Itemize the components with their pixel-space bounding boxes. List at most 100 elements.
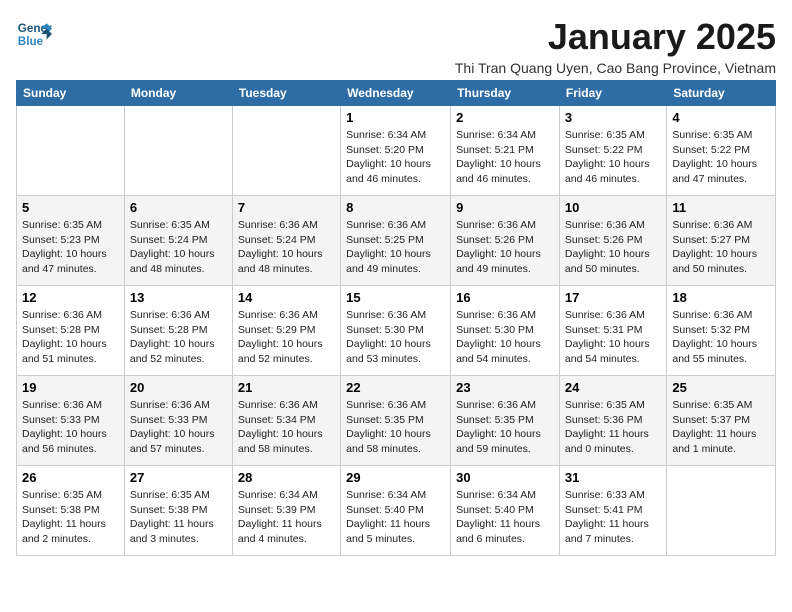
day-number: 18 xyxy=(672,290,770,305)
calendar-cell: 1Sunrise: 6:34 AM Sunset: 5:20 PM Daylig… xyxy=(341,106,451,196)
weekday-sunday: Sunday xyxy=(17,81,125,106)
day-number: 1 xyxy=(346,110,445,125)
calendar-cell: 13 Sunrise: 6:36 AM Sunset: 5:28 PM Dayli… xyxy=(124,286,232,376)
day-info: Sunrise: 6:36 AM Sunset: 5:28 PM Dayligh… xyxy=(22,308,119,367)
calendar-cell: 29 Sunrise: 6:34 AM Sunset: 5:40 PM Dayli… xyxy=(341,466,451,556)
calendar-cell: 20 Sunrise: 6:36 AM Sunset: 5:33 PM Dayli… xyxy=(124,376,232,466)
day-number: 23 xyxy=(456,380,554,395)
day-number: 29 xyxy=(346,470,445,485)
day-info: Sunrise: 6:35 AM Sunset: 5:24 PM Dayligh… xyxy=(130,218,227,277)
day-number: 19 xyxy=(22,380,119,395)
calendar-cell: 18 Sunrise: 6:36 AM Sunset: 5:32 PM Dayli… xyxy=(667,286,776,376)
calendar-cell xyxy=(124,106,232,196)
calendar-cell: 14 Sunrise: 6:36 AM Sunset: 5:29 PM Dayli… xyxy=(232,286,340,376)
day-info: Sunrise: 6:36 AM Sunset: 5:33 PM Dayligh… xyxy=(22,398,119,457)
day-info: Sunrise: 6:33 AM Sunset: 5:41 PM Dayligh… xyxy=(565,488,661,547)
weekday-header-row: SundayMondayTuesdayWednesdayThursdayFrid… xyxy=(17,81,776,106)
day-info: Sunrise: 6:34 AM Sunset: 5:39 PM Dayligh… xyxy=(238,488,335,547)
calendar-cell: 2Sunrise: 6:34 AM Sunset: 5:21 PM Daylig… xyxy=(451,106,560,196)
day-info: Sunrise: 6:36 AM Sunset: 5:28 PM Dayligh… xyxy=(130,308,227,367)
calendar-cell: 6 Sunrise: 6:35 AM Sunset: 5:24 PM Daylig… xyxy=(124,196,232,286)
day-info: Sunrise: 6:34 AM Sunset: 5:40 PM Dayligh… xyxy=(456,488,554,547)
day-number: 20 xyxy=(130,380,227,395)
calendar-cell: 19 Sunrise: 6:36 AM Sunset: 5:33 PM Dayli… xyxy=(17,376,125,466)
logo-icon: General Blue xyxy=(16,16,52,52)
day-info: Sunrise: 6:34 AM Sunset: 5:21 PM Dayligh… xyxy=(456,128,554,187)
title-block: January 2025 Thi Tran Quang Uyen, Cao Ba… xyxy=(455,16,776,76)
day-info: Sunrise: 6:36 AM Sunset: 5:29 PM Dayligh… xyxy=(238,308,335,367)
logo: General Blue xyxy=(16,16,52,52)
day-info: Sunrise: 6:35 AM Sunset: 5:38 PM Dayligh… xyxy=(130,488,227,547)
calendar-title: January 2025 xyxy=(455,16,776,58)
week-row-1: 1Sunrise: 6:34 AM Sunset: 5:20 PM Daylig… xyxy=(17,106,776,196)
weekday-saturday: Saturday xyxy=(667,81,776,106)
day-info: Sunrise: 6:35 AM Sunset: 5:37 PM Dayligh… xyxy=(672,398,770,457)
calendar-body: 1Sunrise: 6:34 AM Sunset: 5:20 PM Daylig… xyxy=(17,106,776,556)
day-number: 30 xyxy=(456,470,554,485)
day-number: 9 xyxy=(456,200,554,215)
day-number: 15 xyxy=(346,290,445,305)
calendar-cell: 15Sunrise: 6:36 AM Sunset: 5:30 PM Dayli… xyxy=(341,286,451,376)
day-number: 5 xyxy=(22,200,119,215)
day-number: 13 xyxy=(130,290,227,305)
calendar-cell: 17Sunrise: 6:36 AM Sunset: 5:31 PM Dayli… xyxy=(559,286,666,376)
day-info: Sunrise: 6:35 AM Sunset: 5:22 PM Dayligh… xyxy=(565,128,661,187)
calendar-cell: 16Sunrise: 6:36 AM Sunset: 5:30 PM Dayli… xyxy=(451,286,560,376)
weekday-friday: Friday xyxy=(559,81,666,106)
day-info: Sunrise: 6:36 AM Sunset: 5:27 PM Dayligh… xyxy=(672,218,770,277)
page-header: General Blue January 2025 Thi Tran Quang… xyxy=(16,16,776,76)
calendar-table: SundayMondayTuesdayWednesdayThursdayFrid… xyxy=(16,80,776,556)
day-info: Sunrise: 6:36 AM Sunset: 5:35 PM Dayligh… xyxy=(346,398,445,457)
calendar-cell: 12 Sunrise: 6:36 AM Sunset: 5:28 PM Dayli… xyxy=(17,286,125,376)
day-info: Sunrise: 6:35 AM Sunset: 5:22 PM Dayligh… xyxy=(672,128,770,187)
week-row-5: 26 Sunrise: 6:35 AM Sunset: 5:38 PM Dayli… xyxy=(17,466,776,556)
day-info: Sunrise: 6:36 AM Sunset: 5:25 PM Dayligh… xyxy=(346,218,445,277)
day-info: Sunrise: 6:36 AM Sunset: 5:24 PM Dayligh… xyxy=(238,218,335,277)
calendar-cell xyxy=(232,106,340,196)
day-info: Sunrise: 6:34 AM Sunset: 5:40 PM Dayligh… xyxy=(346,488,445,547)
day-number: 28 xyxy=(238,470,335,485)
weekday-thursday: Thursday xyxy=(451,81,560,106)
calendar-cell: 24 Sunrise: 6:35 AM Sunset: 5:36 PM Dayli… xyxy=(559,376,666,466)
day-info: Sunrise: 6:35 AM Sunset: 5:38 PM Dayligh… xyxy=(22,488,119,547)
day-number: 14 xyxy=(238,290,335,305)
day-number: 27 xyxy=(130,470,227,485)
day-number: 7 xyxy=(238,200,335,215)
calendar-cell: 31Sunrise: 6:33 AM Sunset: 5:41 PM Dayli… xyxy=(559,466,666,556)
day-info: Sunrise: 6:36 AM Sunset: 5:34 PM Dayligh… xyxy=(238,398,335,457)
day-number: 12 xyxy=(22,290,119,305)
calendar-cell: 23 Sunrise: 6:36 AM Sunset: 5:35 PM Dayli… xyxy=(451,376,560,466)
calendar-cell: 7 Sunrise: 6:36 AM Sunset: 5:24 PM Daylig… xyxy=(232,196,340,286)
day-info: Sunrise: 6:36 AM Sunset: 5:35 PM Dayligh… xyxy=(456,398,554,457)
calendar-cell: 5Sunrise: 6:35 AM Sunset: 5:23 PM Daylig… xyxy=(17,196,125,286)
day-info: Sunrise: 6:36 AM Sunset: 5:26 PM Dayligh… xyxy=(456,218,554,277)
calendar-cell: 22Sunrise: 6:36 AM Sunset: 5:35 PM Dayli… xyxy=(341,376,451,466)
day-info: Sunrise: 6:35 AM Sunset: 5:36 PM Dayligh… xyxy=(565,398,661,457)
calendar-cell: 4 Sunrise: 6:35 AM Sunset: 5:22 PM Daylig… xyxy=(667,106,776,196)
day-number: 21 xyxy=(238,380,335,395)
calendar-cell xyxy=(667,466,776,556)
week-row-2: 5Sunrise: 6:35 AM Sunset: 5:23 PM Daylig… xyxy=(17,196,776,286)
day-number: 26 xyxy=(22,470,119,485)
calendar-cell: 3Sunrise: 6:35 AM Sunset: 5:22 PM Daylig… xyxy=(559,106,666,196)
day-number: 6 xyxy=(130,200,227,215)
calendar-cell: 10 Sunrise: 6:36 AM Sunset: 5:26 PM Dayli… xyxy=(559,196,666,286)
day-number: 16 xyxy=(456,290,554,305)
week-row-3: 12 Sunrise: 6:36 AM Sunset: 5:28 PM Dayli… xyxy=(17,286,776,376)
calendar-cell: 30 Sunrise: 6:34 AM Sunset: 5:40 PM Dayli… xyxy=(451,466,560,556)
day-info: Sunrise: 6:36 AM Sunset: 5:26 PM Dayligh… xyxy=(565,218,661,277)
calendar-cell xyxy=(17,106,125,196)
weekday-wednesday: Wednesday xyxy=(341,81,451,106)
day-info: Sunrise: 6:36 AM Sunset: 5:33 PM Dayligh… xyxy=(130,398,227,457)
day-number: 17 xyxy=(565,290,661,305)
calendar-cell: 8Sunrise: 6:36 AM Sunset: 5:25 PM Daylig… xyxy=(341,196,451,286)
calendar-cell: 9 Sunrise: 6:36 AM Sunset: 5:26 PM Daylig… xyxy=(451,196,560,286)
calendar-cell: 28 Sunrise: 6:34 AM Sunset: 5:39 PM Dayli… xyxy=(232,466,340,556)
day-number: 10 xyxy=(565,200,661,215)
day-info: Sunrise: 6:36 AM Sunset: 5:32 PM Dayligh… xyxy=(672,308,770,367)
day-number: 4 xyxy=(672,110,770,125)
calendar-cell: 25Sunrise: 6:35 AM Sunset: 5:37 PM Dayli… xyxy=(667,376,776,466)
weekday-tuesday: Tuesday xyxy=(232,81,340,106)
calendar-cell: 26 Sunrise: 6:35 AM Sunset: 5:38 PM Dayli… xyxy=(17,466,125,556)
day-number: 24 xyxy=(565,380,661,395)
